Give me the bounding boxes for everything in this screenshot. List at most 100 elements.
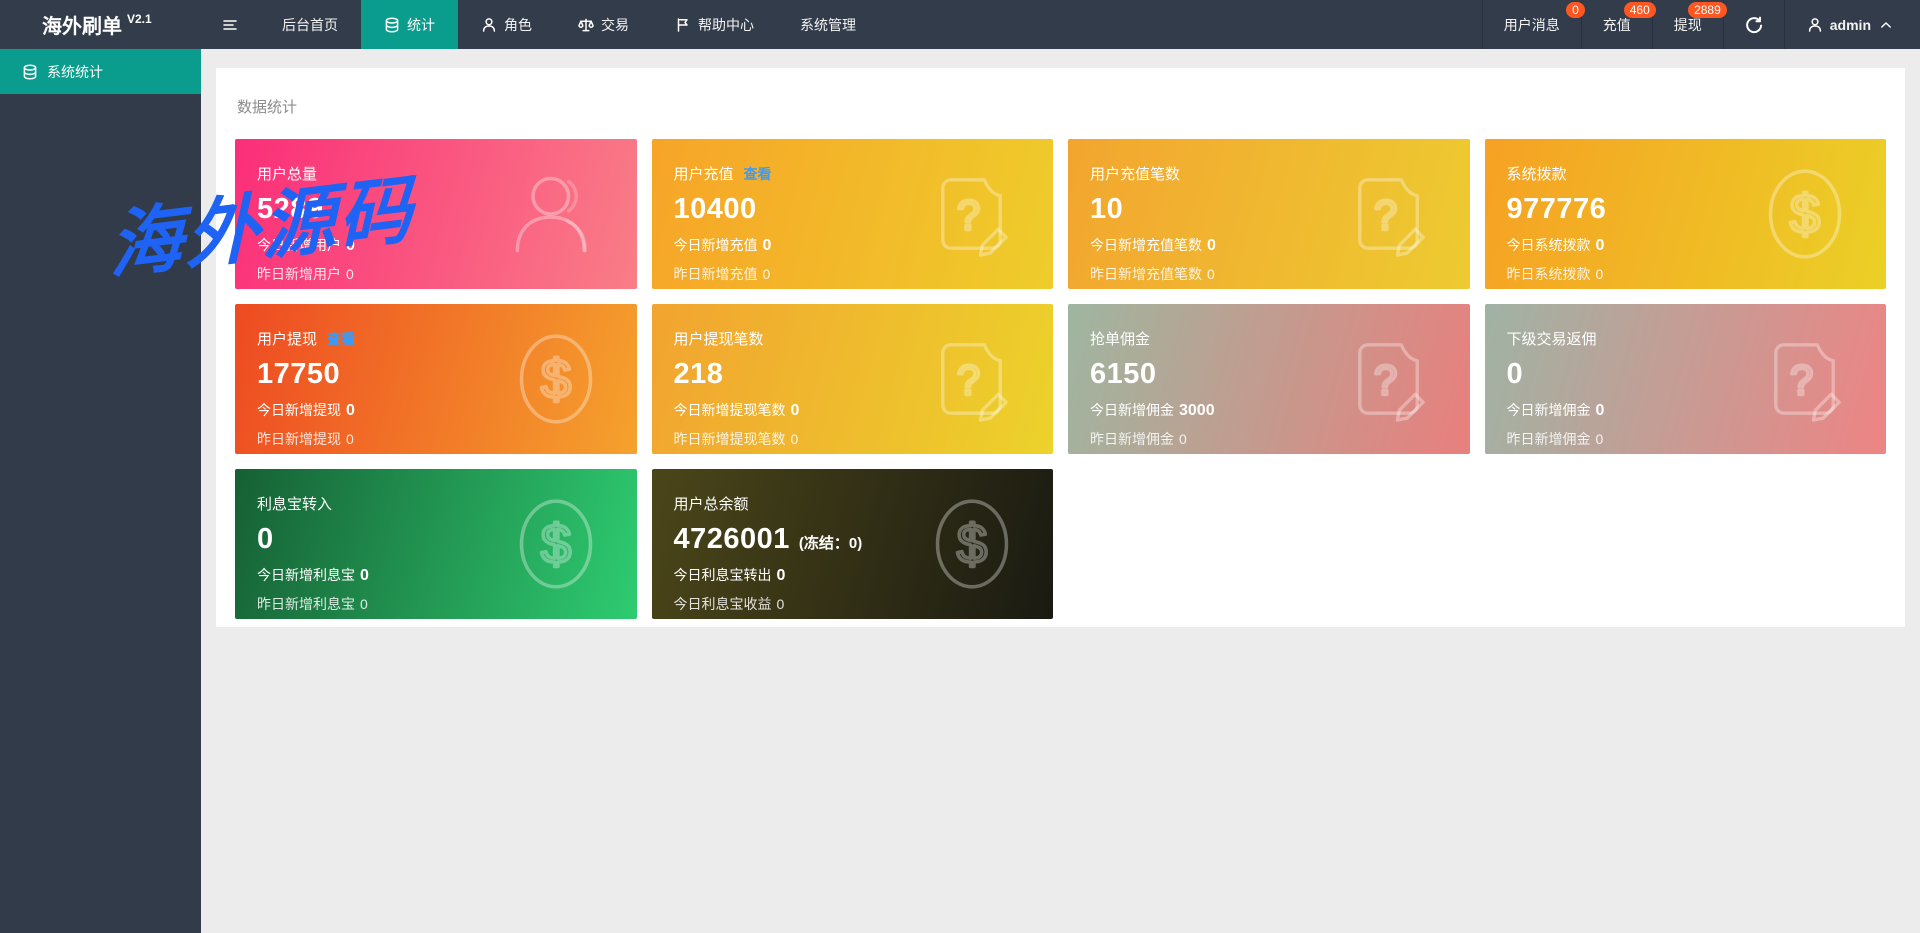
card-line-yesterday: 昨日新增提现笔数 0: [674, 429, 1034, 449]
line-value: 0: [1596, 237, 1605, 255]
line-value: 0: [360, 567, 369, 585]
card-header: 用户总量: [257, 163, 617, 184]
sidebar-item-system-stats[interactable]: 系统统计: [0, 49, 201, 94]
card-line-today: 今日新增充值笔数 0: [1090, 235, 1450, 255]
navbar-right: 用户消息 0 充值 460 提现 2889 admin: [1482, 0, 1920, 49]
line-value: 0: [763, 266, 771, 282]
nav-item-user-messages[interactable]: 用户消息 0: [1482, 0, 1581, 49]
user-menu[interactable]: admin: [1784, 0, 1920, 49]
line-value: 0: [346, 402, 355, 420]
nav-item-transactions[interactable]: 交易: [555, 0, 652, 49]
card-line-yesterday: 今日利息宝收益 0: [674, 594, 1034, 614]
nav-label: 帮助中心: [698, 15, 754, 35]
card-line-today: 今日新增提现笔数 0: [674, 400, 1034, 420]
card-line-yesterday: 昨日新增佣金 0: [1090, 429, 1450, 449]
line-value: 0: [1207, 237, 1216, 255]
line-value: 0: [777, 567, 786, 585]
nav-item-roles[interactable]: 角色: [458, 0, 555, 49]
card-line-yesterday: 昨日新增利息宝 0: [257, 594, 617, 614]
line-label: 昨日新增提现: [257, 429, 341, 449]
username: admin: [1830, 17, 1871, 33]
view-link[interactable]: 查看: [744, 164, 772, 184]
card-header: 用户充值 查看: [674, 163, 1034, 184]
nav-label: 交易: [601, 15, 629, 35]
card-title: 下级交易返佣: [1507, 328, 1597, 349]
card-line-today: 今日新增利息宝 0: [257, 565, 617, 585]
card-line-yesterday: 昨日新增充值 0: [674, 264, 1034, 284]
refresh-icon: [1745, 16, 1763, 34]
nav-item-withdraw[interactable]: 提现 2889: [1652, 0, 1723, 49]
card-line-today: 今日新增充值 0: [674, 235, 1034, 255]
app-logo[interactable]: 海外刷单 V2.1: [0, 0, 201, 49]
card-line-yesterday: 昨日新增提现 0: [257, 429, 617, 449]
card-title: 用户总余额: [674, 493, 749, 514]
stat-cards-grid: 用户总量 5289 今日新增用户 0 昨日新增用户 0 用户充值 查看 1040…: [235, 139, 1886, 619]
nav-item-help-center[interactable]: 帮助中心: [652, 0, 777, 49]
nav-item-recharge[interactable]: 充值 460: [1581, 0, 1652, 49]
main-menu: 后台首页 统计 角色 交易 帮助中心 系统管理: [201, 0, 879, 49]
card-title: 系统拨款: [1507, 163, 1567, 184]
scales-icon: [578, 17, 594, 33]
line-label: 今日利息宝转出: [674, 565, 772, 585]
line-value: 0: [346, 266, 354, 282]
card-value-row: 6150: [1090, 358, 1450, 391]
app-title: 海外刷单: [42, 10, 122, 39]
withdraw-badge: 2889: [1688, 2, 1727, 18]
card-value: 4726001: [674, 523, 790, 556]
line-label: 今日新增利息宝: [257, 565, 355, 585]
card-title: 用户充值: [674, 163, 734, 184]
chevron-up-icon: [1878, 17, 1894, 33]
sidebar-toggle-button[interactable]: [201, 0, 259, 49]
card-line-today: 今日新增用户 0: [257, 235, 617, 255]
stat-card: 抢单佣金 6150 今日新增佣金 3000 昨日新增佣金 0: [1068, 304, 1470, 454]
card-line-yesterday: 昨日新增充值笔数 0: [1090, 264, 1450, 284]
card-header: 用户总余额: [674, 493, 1034, 514]
line-label: 今日利息宝收益: [674, 594, 772, 614]
card-header: 用户充值笔数: [1090, 163, 1450, 184]
line-label: 今日新增充值笔数: [1090, 235, 1202, 255]
line-value: 0: [1179, 431, 1187, 447]
stat-card: 下级交易返佣 0 今日新增佣金 0 昨日新增佣金 0: [1485, 304, 1887, 454]
section-title: 数据统计: [237, 96, 1886, 117]
stat-card: 用户提现笔数 218 今日新增提现笔数 0 昨日新增提现笔数 0: [652, 304, 1054, 454]
user-messages-badge: 0: [1566, 2, 1585, 18]
hamburger-icon: [222, 17, 238, 33]
stat-card: 利息宝转入 0 今日新增利息宝 0 昨日新增利息宝 0: [235, 469, 637, 619]
stat-card: 用户总量 5289 今日新增用户 0 昨日新增用户 0: [235, 139, 637, 289]
card-value-row: 10400: [674, 193, 1034, 226]
card-line-today: 今日系统拨款 0: [1507, 235, 1867, 255]
nav-label: 后台首页: [282, 15, 338, 35]
line-value: 3000: [1179, 402, 1215, 420]
user-icon: [1807, 17, 1823, 33]
nav-label: 用户消息: [1504, 15, 1560, 35]
stat-card: 用户充值笔数 10 今日新增充值笔数 0 昨日新增充值笔数 0: [1068, 139, 1470, 289]
card-title: 抢单佣金: [1090, 328, 1150, 349]
card-header: 抢单佣金: [1090, 328, 1450, 349]
card-value-row: 0: [257, 523, 617, 556]
line-label: 昨日新增充值: [674, 264, 758, 284]
card-title: 用户提现笔数: [674, 328, 764, 349]
nav-item-home[interactable]: 后台首页: [259, 0, 361, 49]
card-value: 0: [257, 523, 274, 556]
card-header: 系统拨款: [1507, 163, 1867, 184]
card-value-row: 10: [1090, 193, 1450, 226]
card-value-row: 218: [674, 358, 1034, 391]
card-line-today: 今日利息宝转出 0: [674, 565, 1034, 585]
card-line-yesterday: 昨日系统拨款 0: [1507, 264, 1867, 284]
line-label: 昨日新增提现笔数: [674, 429, 786, 449]
line-label: 昨日新增佣金: [1090, 429, 1174, 449]
card-value-row: 4726001 (冻结：0): [674, 523, 1034, 556]
card-value-row: 5289: [257, 193, 617, 226]
line-value: 0: [1596, 402, 1605, 420]
nav-item-system-management[interactable]: 系统管理: [777, 0, 879, 49]
nav-label: 角色: [504, 15, 532, 35]
stat-card: 系统拨款 977776 今日系统拨款 0 昨日系统拨款 0: [1485, 139, 1887, 289]
line-label: 今日新增提现: [257, 400, 341, 420]
line-label: 今日系统拨款: [1507, 235, 1591, 255]
card-line-today: 今日新增佣金 0: [1507, 400, 1867, 420]
view-link[interactable]: 查看: [327, 329, 355, 349]
nav-item-statistics[interactable]: 统计: [361, 0, 458, 49]
card-header: 用户提现笔数: [674, 328, 1034, 349]
card-title: 利息宝转入: [257, 493, 332, 514]
refresh-button[interactable]: [1723, 0, 1784, 49]
